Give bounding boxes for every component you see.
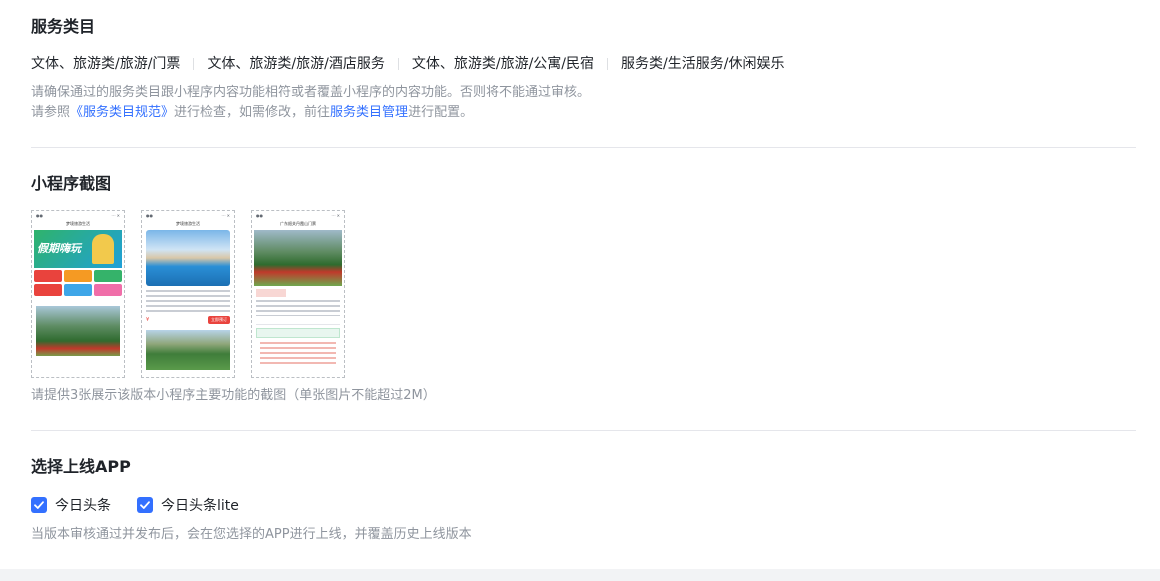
category-separator [193,58,195,70]
promo-banner: 假期嗨玩 [34,230,122,268]
category-separator [397,58,399,70]
category-item: 文体、旅游类/旅游/公寓/民宿 [411,56,595,72]
screenshot-thumbnail[interactable]: ●● ⋯ ✕ 梦境旅游生活 假期嗨玩 [31,210,125,378]
status-bar: ●● ⋯ ✕ [146,213,230,218]
category-manage-link[interactable]: 服务类目管理 [330,105,408,120]
checkbox-checked[interactable] [31,497,47,513]
gate-photo [254,230,342,286]
screenshot-list: ●● ⋯ ✕ 梦境旅游生活 假期嗨玩 ●● ⋯ ✕ 梦境旅游生活 ¥ 立即预订 ●●… [31,210,361,378]
hint-mid: 进行检查，如需修改，前往 [174,105,331,120]
app-option-label: 今日头条 [55,498,111,514]
footer-band [0,569,1160,581]
category-hint-line1: 请确保通过的服务类目跟小程序内容功能相符或者覆盖小程序的内容功能。否则将不能通过… [31,85,591,100]
category-spec-link[interactable]: 《服务类目规范》 [70,105,174,120]
screenshot-thumbnail[interactable]: ●● ⋯ ✕ 梦境旅游生活 ¥ 立即预订 [141,210,235,378]
app-option-toutiao[interactable]: 今日头条 [31,495,111,515]
checkbox-checked[interactable] [137,497,153,513]
screenshots-hint: 请提供3张展示该版本小程序主要功能的截图（单张图片不能超过2M） [31,388,436,403]
app-option-label: 今日头条lite [161,498,239,514]
category-item: 文体、旅游类/旅游/酒店服务 [207,56,385,72]
service-category-title: 服务类目 [31,17,96,36]
app-select-hint: 当版本审核通过并发布后，会在您选择的APP进行上线，并覆盖历史上线版本 [31,527,472,542]
scenic-photo [36,306,120,356]
notice-box [256,328,340,338]
check-icon [140,501,150,509]
category-separator [607,58,609,70]
app-option-toutiao-lite[interactable]: 今日头条lite [137,495,239,515]
divider [31,430,1136,431]
ticket-info [256,300,340,316]
category-item: 服务类/生活服务/休闲娱乐 [621,56,785,72]
hint-suffix: 进行配置。 [408,105,474,120]
app-select-title: 选择上线APP [31,457,131,476]
status-bar: ●● ⋯ ✕ [256,213,340,218]
divider [31,147,1136,148]
tabs-strip [256,319,340,325]
category-list: 文体、旅游类/旅游/门票 文体、旅游类/旅游/酒店服务 文体、旅游类/旅游/公寓… [31,55,784,73]
hint-prefix: 请参照 [31,105,71,120]
screenshots-title: 小程序截图 [31,174,112,193]
price-text [256,289,286,297]
detail-text [260,342,336,366]
status-bar: ●● ⋯ ✕ [36,213,120,218]
mini-page-title: 梦境旅游生活 [176,221,200,226]
character-image [92,234,114,264]
app-checkbox-group: 今日头条 今日头条lite [31,495,265,515]
category-hint-line2: 请参照《服务类目规范》进行检查，如需修改，前往服务类目管理进行配置。 [31,103,473,123]
banner-text: 假期嗨玩 [37,242,81,255]
lotus-photo [146,330,230,370]
book-now-button[interactable]: 立即预订 [208,316,230,324]
description-text [146,290,230,312]
screenshot-thumbnail[interactable]: ●● ⋯ ✕ 广东韶关丹霞山门票 [251,210,345,378]
hotel-photo [146,230,230,286]
mini-page-title: 广东韶关丹霞山门票 [280,221,316,226]
mini-page-title: 梦境旅游生活 [66,221,90,226]
category-item: 文体、旅游类/旅游/门票 [31,56,181,72]
feature-tiles [34,270,122,296]
check-icon [34,501,44,509]
